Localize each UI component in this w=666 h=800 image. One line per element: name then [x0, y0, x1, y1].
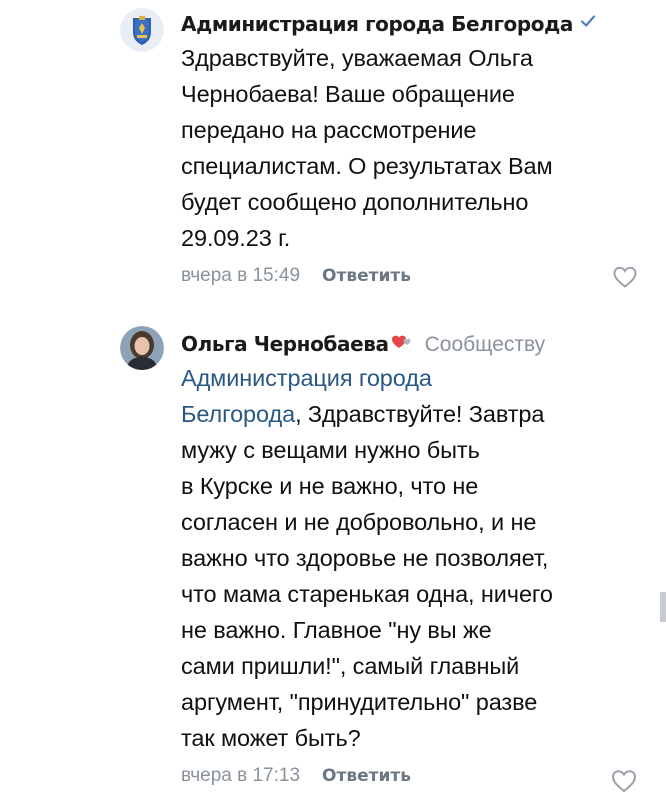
- like-icon[interactable]: [612, 264, 638, 288]
- text-line: Здравствуйте, уважаемая Ольга: [181, 45, 533, 71]
- author-name[interactable]: Ольга Чернобаева: [181, 332, 389, 356]
- author-name[interactable]: Администрация города Белгорода: [181, 12, 573, 36]
- verified-icon: [579, 8, 597, 40]
- text-line: аргумент, "принудительно" разве: [181, 689, 538, 715]
- text-line: будет сообщено дополнительно: [181, 189, 529, 215]
- author-line: Ольга Чернобаева Сообществу: [181, 328, 638, 360]
- author-line: Администрация города Белгорода: [181, 8, 638, 40]
- user-photo-icon: [120, 326, 164, 370]
- comment-meta: вчера в 15:49 Ответить: [181, 256, 638, 296]
- text-line: важно что здоровье не позволяет,: [181, 545, 549, 571]
- text-line: мужу с вещами нужно быть: [181, 437, 480, 463]
- to-community-label: Сообществу: [424, 333, 546, 356]
- mention-link[interactable]: Белгорода: [181, 401, 295, 427]
- timestamp[interactable]: вчера в 15:49: [181, 265, 300, 286]
- coat-of-arms-icon: [120, 8, 164, 52]
- comment-body: Ольга Чернобаева Сообществу Администрация…: [181, 318, 638, 796]
- text-line: Белгорода, Здравствуйте! Завтра: [181, 396, 638, 432]
- text-line: не важно. Главное "ну вы же: [181, 617, 492, 643]
- reply-button[interactable]: Ответить: [322, 766, 411, 786]
- text-fragment: , Здравствуйте! Завтра: [295, 401, 545, 427]
- comment-text: Здравствуйте, уважаемая Ольга Чернобаева…: [181, 40, 638, 256]
- mention-link[interactable]: Администрация города: [181, 360, 638, 396]
- scrollbar[interactable]: [660, 592, 666, 622]
- text-line: Чернобаева! Ваше обращение: [181, 81, 515, 107]
- text-line: что мама старенькая одна, ничего: [181, 581, 553, 607]
- timestamp[interactable]: вчера в 17:13: [181, 765, 300, 786]
- heart-badge-icon: [391, 328, 415, 360]
- comment-text: Администрация города Белгорода, Здравств…: [181, 360, 638, 756]
- comment-body: Администрация города Белгорода Здравству…: [181, 0, 638, 296]
- avatar[interactable]: [120, 326, 164, 370]
- text-line: сами пришли!", самый главный: [181, 653, 520, 679]
- avatar[interactable]: [120, 8, 164, 52]
- text-line: в Курске и не важно, что не: [181, 473, 479, 499]
- text-line: специалистам. О результатах Вам: [181, 153, 553, 179]
- text-line: так может быть?: [181, 725, 361, 751]
- comment-meta: вчера в 17:13 Ответить: [181, 756, 638, 796]
- text-line: передано на рассмотрение: [181, 117, 477, 143]
- like-icon[interactable]: [610, 768, 638, 794]
- text-line: согласен и не добровольно, и не: [181, 509, 537, 535]
- reply-button[interactable]: Ответить: [322, 266, 411, 286]
- text-line: 29.09.23 г.: [181, 225, 291, 251]
